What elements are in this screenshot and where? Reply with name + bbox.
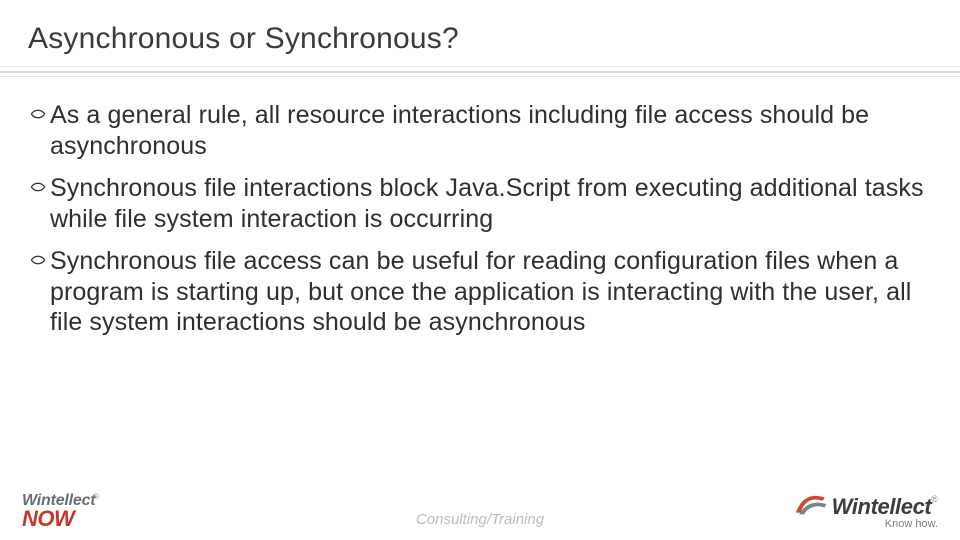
slide: Asynchronous or Synchronous? As a genera… [0,0,960,540]
divider [0,66,960,67]
bullet-icon [28,250,48,275]
bullet-text: Synchronous file access can be useful fo… [50,246,932,338]
bullet-icon [28,104,48,129]
swoosh-icon [794,492,828,518]
bullet-list: As a general rule, all resource interact… [28,100,932,350]
logo-text: Wintellect [832,494,932,519]
list-item: Synchronous file interactions block Java… [28,173,932,234]
registered-icon: ® [931,494,938,504]
divider [0,76,960,77]
bullet-icon [28,177,48,202]
slide-title: Asynchronous or Synchronous? [28,22,459,56]
footer-tagline: Consulting/Training [416,511,544,528]
logo-wintellect: Wintellect® Know how. [778,492,938,530]
divider [0,71,960,73]
bullet-text: As a general rule, all resource interact… [50,100,932,161]
bullet-text: Synchronous file interactions block Java… [50,173,932,234]
list-item: Synchronous file access can be useful fo… [28,246,932,338]
registered-icon: ® [93,492,99,501]
list-item: As a general rule, all resource interact… [28,100,932,161]
logo-wintellect-now: Wintellect® NOW [22,492,142,530]
